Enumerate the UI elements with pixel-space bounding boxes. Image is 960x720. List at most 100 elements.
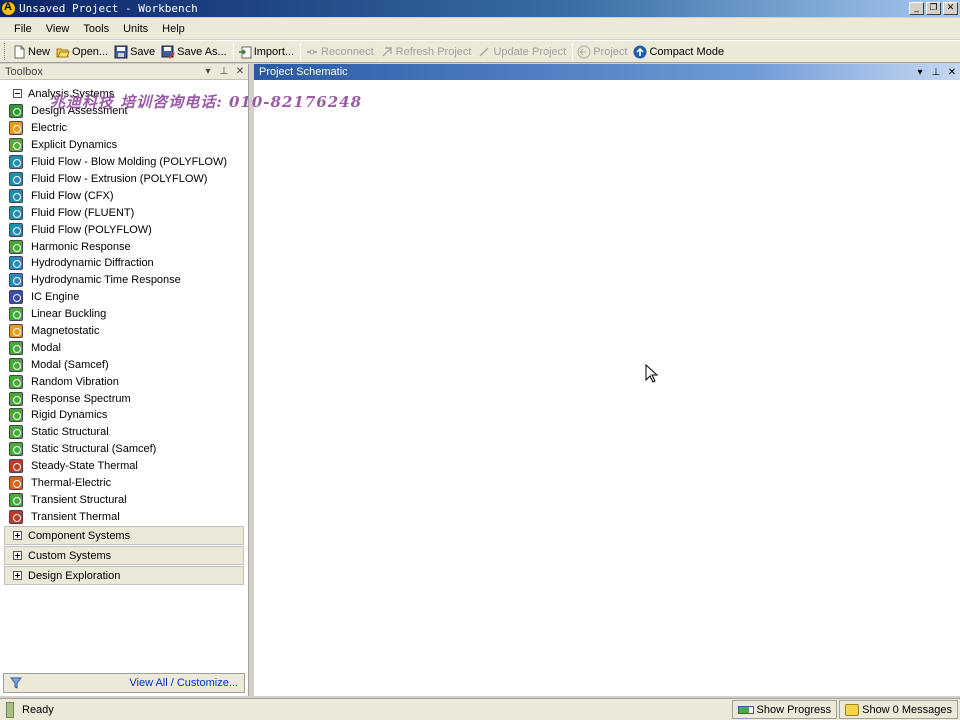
schematic-dropdown-icon[interactable]: ▾ bbox=[912, 67, 928, 78]
save-as-button[interactable]: Save As... bbox=[159, 42, 231, 62]
analysis-system-item[interactable]: Fluid Flow (FLUENT) bbox=[9, 204, 248, 221]
status-bar: Ready Show Progress Show 0 Messages bbox=[0, 698, 960, 720]
view-all-customize-link[interactable]: View All / Customize... bbox=[129, 677, 238, 689]
new-button[interactable]: New bbox=[10, 42, 54, 62]
group-design-exploration[interactable]: Design Exploration bbox=[4, 566, 244, 586]
toolbox-panel: Toolbox ▾ ⊥ ✕ Analysis Systems Design As… bbox=[0, 64, 249, 696]
analysis-system-icon bbox=[9, 374, 23, 389]
analysis-system-icon bbox=[9, 442, 23, 457]
expand-icon[interactable] bbox=[13, 571, 22, 581]
status-indicator-icon bbox=[6, 701, 14, 718]
analysis-system-item[interactable]: Transient Structural bbox=[9, 491, 248, 508]
group-label: Component Systems bbox=[28, 529, 131, 542]
analysis-system-item[interactable]: Transient Thermal bbox=[9, 508, 248, 525]
group-label: Design Exploration bbox=[28, 569, 121, 582]
analysis-system-label: Harmonic Response bbox=[31, 240, 131, 253]
analysis-system-item[interactable]: Response Spectrum bbox=[9, 390, 248, 407]
restore-button[interactable]: ❐ bbox=[926, 2, 941, 15]
menu-file[interactable]: File bbox=[0, 23, 39, 35]
schematic-pin-icon[interactable]: ⊥ bbox=[928, 67, 944, 78]
analysis-system-label: Rigid Dynamics bbox=[31, 409, 108, 422]
mouse-cursor-icon bbox=[645, 364, 659, 383]
save-as-icon bbox=[161, 45, 175, 59]
status-text: Ready bbox=[22, 703, 54, 716]
expand-icon[interactable] bbox=[13, 531, 22, 541]
analysis-system-icon bbox=[9, 357, 23, 372]
menu-units[interactable]: Units bbox=[116, 23, 155, 35]
project-back-button[interactable]: Project bbox=[575, 42, 631, 62]
analysis-system-item[interactable]: Random Vibration bbox=[9, 373, 248, 390]
project-schematic-panel: Project Schematic ▾ ⊥ ✕ bbox=[254, 64, 960, 696]
save-as-label: Save As... bbox=[177, 45, 227, 58]
analysis-system-icon bbox=[9, 138, 23, 153]
analysis-system-icon bbox=[9, 324, 23, 339]
show-progress-button[interactable]: Show Progress bbox=[731, 700, 838, 719]
close-window-button[interactable]: ✕ bbox=[943, 2, 958, 15]
analysis-system-item[interactable]: Fluid Flow (POLYFLOW) bbox=[9, 221, 248, 238]
analysis-system-icon bbox=[9, 459, 23, 474]
analysis-system-item[interactable]: IC Engine bbox=[9, 289, 248, 306]
compact-mode-button[interactable]: Compact Mode bbox=[631, 42, 728, 62]
import-icon bbox=[238, 45, 252, 59]
toolbar-grip[interactable] bbox=[4, 43, 7, 60]
group-custom-systems[interactable]: Custom Systems bbox=[4, 546, 244, 566]
analysis-system-item[interactable]: Hydrodynamic Time Response bbox=[9, 272, 248, 289]
analysis-system-item[interactable]: Electric bbox=[9, 120, 248, 137]
analysis-system-item[interactable]: Thermal-Electric bbox=[9, 475, 248, 492]
analysis-system-item[interactable]: Harmonic Response bbox=[9, 238, 248, 255]
analysis-system-item[interactable]: Linear Buckling bbox=[9, 306, 248, 323]
filter-icon[interactable] bbox=[9, 677, 23, 689]
analysis-system-icon bbox=[9, 172, 23, 186]
analysis-system-icon bbox=[9, 121, 23, 136]
analysis-system-item[interactable]: Fluid Flow (CFX) bbox=[9, 187, 248, 204]
toolbox-dropdown-icon[interactable]: ▾ bbox=[200, 66, 216, 77]
analysis-system-item[interactable]: Static Structural (Samcef) bbox=[9, 441, 248, 458]
refresh-project-label: Refresh Project bbox=[395, 45, 472, 58]
open-button[interactable]: Open... bbox=[54, 42, 112, 62]
analysis-system-item[interactable]: Steady-State Thermal bbox=[9, 458, 248, 475]
schematic-canvas[interactable] bbox=[254, 80, 960, 696]
toolbox-close-icon[interactable]: ✕ bbox=[232, 66, 248, 77]
analysis-system-label: Fluid Flow - Blow Molding (POLYFLOW) bbox=[31, 156, 228, 169]
analysis-system-item[interactable]: Hydrodynamic Diffraction bbox=[9, 255, 248, 272]
analysis-system-item[interactable]: Fluid Flow - Blow Molding (POLYFLOW) bbox=[9, 154, 248, 171]
analysis-system-item[interactable]: Modal (Samcef) bbox=[9, 356, 248, 373]
analysis-system-label: Static Structural bbox=[31, 426, 109, 439]
analysis-system-item[interactable]: Explicit Dynamics bbox=[9, 137, 248, 154]
analysis-system-item[interactable]: Fluid Flow - Extrusion (POLYFLOW) bbox=[9, 171, 248, 188]
analysis-system-label: Thermal-Electric bbox=[31, 477, 112, 490]
expand-icon[interactable] bbox=[13, 551, 22, 561]
menu-tools[interactable]: Tools bbox=[76, 23, 116, 35]
reconnect-icon bbox=[305, 45, 319, 59]
import-button[interactable]: Import... bbox=[236, 42, 298, 62]
compact-mode-icon bbox=[633, 45, 647, 59]
minimize-button[interactable]: _ bbox=[909, 2, 924, 15]
analysis-system-label: Hydrodynamic Diffraction bbox=[31, 257, 154, 270]
analysis-system-label: Transient Thermal bbox=[31, 510, 120, 523]
toolbox-pin-icon[interactable]: ⊥ bbox=[216, 66, 232, 77]
toolbar-separator bbox=[572, 43, 574, 60]
menu-view[interactable]: View bbox=[39, 23, 77, 35]
menu-help[interactable]: Help bbox=[155, 23, 192, 35]
analysis-system-item[interactable]: Magnetostatic bbox=[9, 323, 248, 340]
collapse-icon[interactable] bbox=[13, 89, 22, 98]
reconnect-button[interactable]: Reconnect bbox=[303, 42, 378, 62]
analysis-system-label: IC Engine bbox=[31, 291, 80, 304]
analysis-system-label: Static Structural (Samcef) bbox=[31, 443, 157, 456]
group-label: Custom Systems bbox=[28, 549, 112, 562]
save-button[interactable]: Save bbox=[112, 42, 159, 62]
analysis-system-item[interactable]: Rigid Dynamics bbox=[9, 407, 248, 424]
group-component-systems[interactable]: Component Systems bbox=[4, 526, 244, 546]
schematic-close-icon[interactable]: ✕ bbox=[944, 67, 960, 78]
toolbar-separator bbox=[232, 43, 234, 60]
ansys-logo-icon bbox=[1, 1, 16, 16]
update-project-label: Update Project bbox=[493, 45, 567, 58]
analysis-system-icon bbox=[9, 307, 23, 322]
analysis-system-icon bbox=[9, 155, 23, 170]
update-icon bbox=[477, 45, 491, 59]
update-project-button[interactable]: Update Project bbox=[475, 42, 570, 62]
analysis-system-item[interactable]: Modal bbox=[9, 339, 248, 356]
show-messages-button[interactable]: Show 0 Messages bbox=[839, 700, 958, 719]
refresh-project-button[interactable]: Refresh Project bbox=[378, 42, 476, 62]
analysis-system-item[interactable]: Static Structural bbox=[9, 424, 248, 441]
